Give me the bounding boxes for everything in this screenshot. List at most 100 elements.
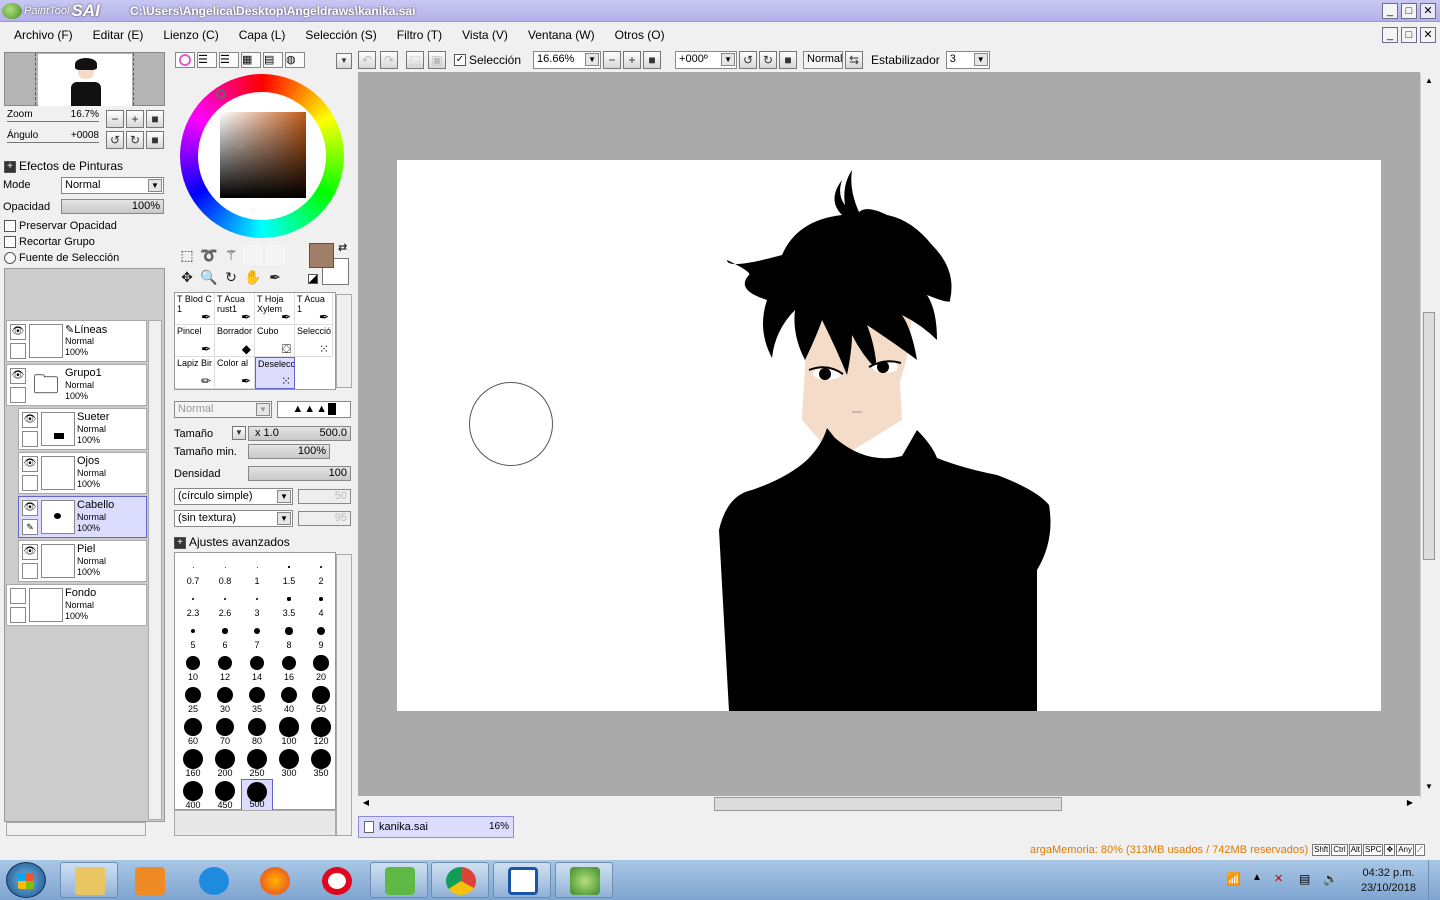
brush-size-2-6[interactable]: 2.6 [209,587,241,619]
canvas-hscrollbar[interactable]: ◀ ▶ [358,796,1420,812]
angle-select[interactable]: +000º ▼ [675,51,738,69]
brush-size-1[interactable]: 1 [241,555,273,587]
eyedropper-icon[interactable]: ✒ [265,267,285,287]
tool-color-al[interactable]: Color al ✒ [215,357,255,389]
rotate-icon[interactable]: ↻ [221,267,241,287]
tool-seleccion[interactable]: Selecció ⁙ [295,325,333,357]
tray-power-icon[interactable]: ▤ [1299,872,1310,886]
brush-edge-selector[interactable]: ▲▲▲■ [277,401,351,418]
brush-size-60[interactable]: 60 [177,715,209,747]
brush-size-500[interactable]: 500 [241,779,273,811]
texture-strength-slider[interactable]: 95 [298,511,351,526]
brush-size-8[interactable]: 8 [273,619,305,651]
brush-size-2[interactable]: 2 [305,555,337,587]
brush-blend-select[interactable]: Normal ▼ [174,401,272,418]
sv-marker[interactable] [235,139,244,148]
brush-size-3-5[interactable]: 3.5 [273,587,305,619]
redo-icon[interactable]: ↷ [380,51,398,69]
zoom-select[interactable]: 16.66% ▼ [533,51,602,69]
brush-lock-icon[interactable]: ✎ [22,519,38,535]
density-slider[interactable]: 100 [248,466,351,481]
brush-size-12[interactable]: 12 [209,651,241,683]
current-color-swatch[interactable] [309,243,334,268]
menu-filtro[interactable]: Filtro (T) [387,28,452,42]
brush-size-350[interactable]: 350 [305,747,337,779]
scratchpad-tab-icon[interactable]: ▤ [263,52,283,68]
brush-size-9[interactable]: 9 [305,619,337,651]
layer-grupo1[interactable]: 👁 🗀 Grupo1 Normal 100% [6,364,147,406]
lock-toggle[interactable] [10,607,26,623]
show-hidden-icons-icon[interactable]: ▲ [1252,872,1262,883]
lock-toggle[interactable] [10,387,26,403]
taskbar-media-player[interactable] [120,862,178,898]
layer-sueter[interactable]: 👁 Sueter Normal 100% [18,408,147,450]
layer-hscrollbar[interactable] [6,822,146,836]
brush-size-1-5[interactable]: 1.5 [273,555,305,587]
layer-ojos[interactable]: 👁 Ojos Normal 100% [18,452,147,494]
undo-icon[interactable]: ↶ [358,51,376,69]
taskbar-firefox[interactable] [245,862,303,898]
brush-size-40[interactable]: 40 [273,683,305,715]
lasso-icon[interactable]: ➰ [199,245,219,265]
brush-size-3[interactable]: 3 [241,587,273,619]
menu-editar[interactable]: Editar (E) [83,28,154,42]
menu-ventana[interactable]: Ventana (W) [518,28,605,42]
volume-icon[interactable]: 🔊 [1323,872,1338,886]
brush-size-300[interactable]: 300 [273,747,305,779]
navigator-preview[interactable] [4,52,165,106]
brush-size-100[interactable]: 100 [273,715,305,747]
scroll-down-icon[interactable]: ▼ [1423,782,1435,794]
taskbar-chrome[interactable] [431,862,489,898]
rgb-slider-tab-icon[interactable]: ☰ [197,52,217,68]
paint-effects-header[interactable]: + Efectos de Pinturas [4,159,123,173]
move-icon[interactable]: ✥ [177,267,197,287]
brush-size-5[interactable]: 5 [177,619,209,651]
view-mode-button[interactable]: Normal [803,51,844,69]
saturation-value-square[interactable] [220,112,306,198]
min-size-slider[interactable]: 100% [248,444,330,459]
menu-seleccion[interactable]: Selección (S) [295,28,386,42]
rotate-right-button[interactable]: ↻ [126,131,144,149]
eye-icon[interactable]: 👁 [10,324,26,340]
hue-marker[interactable] [216,89,226,99]
mode-select[interactable]: Normal ▼ [61,177,164,194]
menu-lienzo[interactable]: Lienzo (C) [153,28,228,42]
brush-size-450[interactable]: 450 [209,779,241,811]
brush-size-35[interactable]: 35 [241,683,273,715]
taskbar-paint-tool-sai[interactable] [555,862,613,898]
toolbar-zoom-reset-button[interactable]: ■ [643,51,662,69]
chevron-down-icon[interactable]: ▼ [336,53,352,69]
toolbar-zoom-out-button[interactable]: − [603,51,622,69]
layer-scrollbar[interactable] [148,320,162,820]
menu-capa[interactable]: Capa (L) [229,28,296,42]
doc-minimize-button[interactable]: _ [1382,27,1398,43]
brush-size-7[interactable]: 7 [241,619,273,651]
brush-size-200[interactable]: 200 [209,747,241,779]
brush-texture-select[interactable]: (sin textura) ▼ [174,510,293,527]
menu-vista[interactable]: Vista (V) [452,28,518,42]
flip-horizontal-icon[interactable]: ⇆ [845,51,864,69]
layer-lineas[interactable]: 👁 ✎Líneas Normal 100% [6,320,147,362]
zoom-reset-button[interactable]: ■ [146,110,164,128]
rotate-reset-button[interactable]: ■ [146,131,164,149]
brush-size-250[interactable]: 250 [241,747,273,779]
brush-size-0-8[interactable]: 0.8 [209,555,241,587]
brush-size-6[interactable]: 6 [209,619,241,651]
file-tab[interactable]: kanika.sai 16% [358,816,514,838]
brush-size-10[interactable]: 10 [177,651,209,683]
preserve-opacity-checkbox[interactable]: Preservar Opacidad [4,220,117,233]
toolbar-zoom-in-button[interactable]: + [623,51,642,69]
tool-blod[interactable]: T Blod C 1 ✒ [175,293,215,325]
maximize-button[interactable]: □ [1401,3,1417,19]
clip-group-checkbox[interactable]: Recortar Grupo [4,236,95,249]
brush-size-50[interactable]: 50 [305,683,337,715]
brush-size-120[interactable]: 120 [305,715,337,747]
toolbar-rotate-right-button[interactable]: ↻ [759,51,778,69]
rotate-left-button[interactable]: ↺ [106,131,124,149]
invert-selection-icon[interactable]: ▣ [428,51,446,69]
layer-fondo[interactable]: Fondo Normal 100% [6,584,147,626]
hsv-slider-tab-icon[interactable]: ☰ [219,52,239,68]
brush-size-160[interactable]: 160 [177,747,209,779]
doc-close-button[interactable]: ✕ [1420,27,1436,43]
start-button[interactable] [6,862,46,898]
